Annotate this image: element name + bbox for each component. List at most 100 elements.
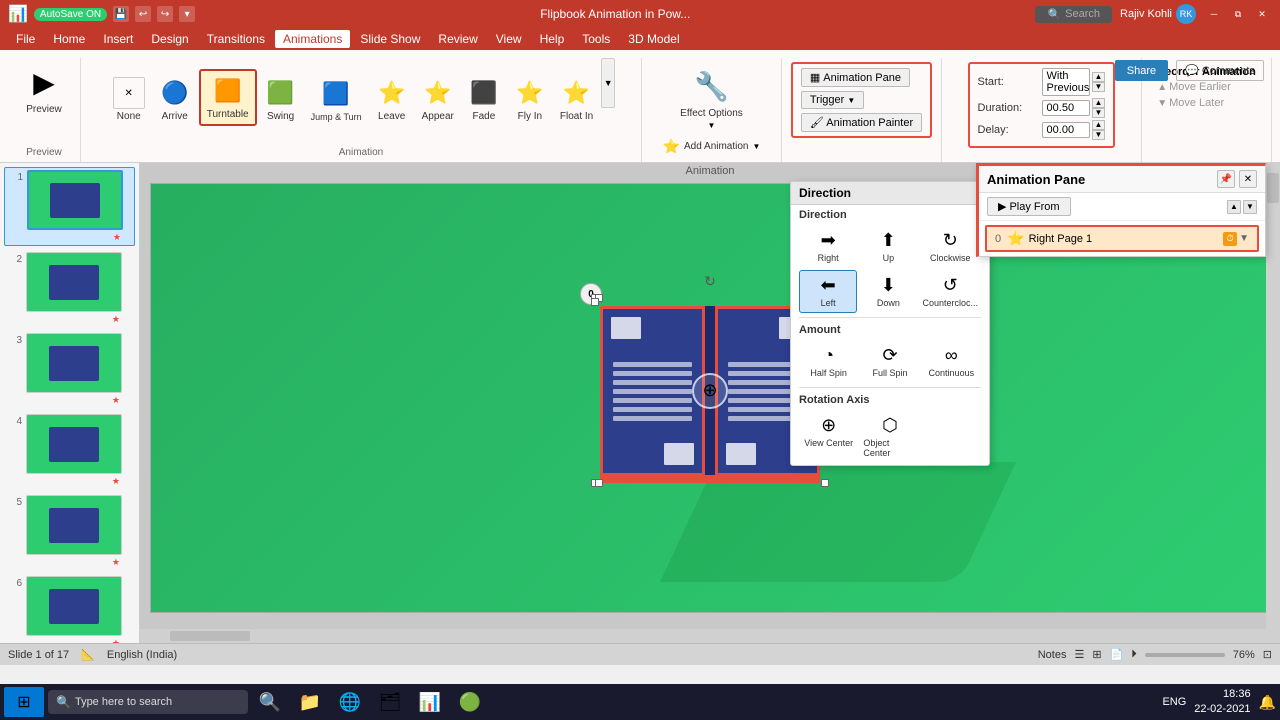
- start-value[interactable]: With Previous: [1042, 68, 1090, 96]
- swing-animation-button[interactable]: 🟩 Swing: [259, 73, 303, 126]
- add-animation-button[interactable]: ⭐ Add Animation ▼: [657, 134, 767, 159]
- taskbar-cortana[interactable]: 🔍: [252, 684, 288, 720]
- duration-value[interactable]: 00.50: [1042, 100, 1090, 116]
- fade-animation-button[interactable]: ⬛ Fade: [462, 73, 506, 126]
- delay-spinner[interactable]: ▲ ▼: [1092, 120, 1106, 140]
- view-center-button[interactable]: ⊕ View Center: [799, 410, 858, 463]
- direction-down-button[interactable]: ⬇ Down: [859, 270, 917, 313]
- slide-2[interactable]: 2 ★: [4, 250, 135, 327]
- duration-up-button[interactable]: ▲: [1092, 98, 1106, 108]
- menu-review[interactable]: Review: [430, 30, 485, 48]
- redo-icon[interactable]: ↪: [157, 6, 173, 22]
- slide-sorter-icon[interactable]: ⊞: [1092, 648, 1101, 661]
- window-controls[interactable]: ─ ⧉ ✕: [1204, 7, 1272, 21]
- move-later-button[interactable]: Move Later: [1169, 96, 1224, 110]
- notes-button[interactable]: Notes: [1038, 649, 1067, 661]
- ap-pin-button[interactable]: 📌: [1217, 170, 1235, 188]
- animation-painter-button[interactable]: 🖌 Animation Painter: [801, 113, 922, 132]
- rotation-handle[interactable]: ↻: [704, 273, 716, 290]
- effect-options-button[interactable]: 🔧 Effect Options ▼: [672, 62, 751, 134]
- menu-transitions[interactable]: Transitions: [199, 30, 273, 48]
- continuous-button[interactable]: ∞ Continuous: [922, 340, 981, 383]
- turntable-animation-button[interactable]: 🟧 Turntable: [199, 69, 257, 126]
- taskbar-powerpoint[interactable]: 📊: [412, 684, 448, 720]
- fly-in-animation-button[interactable]: ⭐ Fly In: [508, 73, 552, 126]
- canvas-vertical-scrollbar[interactable]: [1266, 163, 1280, 629]
- canvas-horizontal-scrollbar[interactable]: [140, 629, 1280, 643]
- leave-animation-button[interactable]: ⭐ Leave: [370, 73, 414, 126]
- customize-icon[interactable]: ▾: [179, 6, 195, 22]
- direction-clockwise-button[interactable]: ↻ Clockwise: [919, 225, 981, 268]
- menu-file[interactable]: File: [8, 30, 43, 48]
- scrollbar-thumb-h[interactable]: [170, 631, 250, 641]
- ap-item-row[interactable]: 0 ⭐ Right Page 1 ⏱ ▼: [987, 227, 1257, 250]
- menu-3dmodel[interactable]: 3D Model: [620, 30, 687, 48]
- restore-button[interactable]: ⧉: [1228, 7, 1248, 21]
- delay-value[interactable]: 00.00: [1042, 122, 1090, 138]
- more-animations-button[interactable]: ▼: [601, 58, 615, 126]
- start-up-button[interactable]: ▲: [1092, 72, 1106, 82]
- appear-animation-button[interactable]: ⭐ Appear: [416, 73, 460, 126]
- normal-view-icon[interactable]: ☰: [1074, 648, 1084, 661]
- selection-handle-ml[interactable]: [591, 298, 599, 306]
- start-button[interactable]: ⊞: [4, 687, 44, 717]
- play-from-button[interactable]: ▶ Play From: [987, 197, 1071, 216]
- menu-animations[interactable]: Animations: [275, 30, 350, 48]
- menu-view[interactable]: View: [488, 30, 530, 48]
- arrive-animation-button[interactable]: 🔵 Arrive: [153, 73, 197, 126]
- comments-button[interactable]: 💬 Comments: [1176, 60, 1264, 81]
- float-in-animation-button[interactable]: ⭐ Float In: [554, 73, 599, 126]
- timeline-up-button[interactable]: ▲: [1227, 200, 1241, 214]
- slide-3[interactable]: 3 ★: [4, 331, 135, 408]
- taskbar-app[interactable]: 🟢: [452, 684, 488, 720]
- menu-slideshow[interactable]: Slide Show: [352, 30, 428, 48]
- direction-up-button[interactable]: ⬆ Up: [859, 225, 917, 268]
- ap-item-expand[interactable]: ▼: [1239, 233, 1249, 244]
- none-animation-button[interactable]: ✕ None: [107, 73, 151, 126]
- menu-home[interactable]: Home: [45, 30, 93, 48]
- duration-down-button[interactable]: ▼: [1092, 108, 1106, 118]
- preview-button[interactable]: ▶ Preview: [16, 58, 72, 119]
- slide-5[interactable]: 5 ★: [4, 493, 135, 570]
- zoom-slider[interactable]: [1145, 653, 1225, 657]
- trigger-button[interactable]: Trigger ▼: [801, 91, 864, 109]
- slideshow-icon[interactable]: ⏵: [1131, 648, 1137, 661]
- ap-close-button[interactable]: ✕: [1239, 170, 1257, 188]
- close-button[interactable]: ✕: [1252, 7, 1272, 21]
- selection-handle-br[interactable]: [821, 479, 829, 487]
- menu-insert[interactable]: Insert: [95, 30, 141, 48]
- autosave-badge[interactable]: AutoSave ON: [34, 8, 107, 21]
- full-spin-button[interactable]: ⟳ Full Spin: [860, 340, 919, 383]
- taskbar-search[interactable]: 🔍 Type here to search: [48, 690, 248, 714]
- taskbar-edge[interactable]: 🌐: [332, 684, 368, 720]
- taskbar-files2[interactable]: 🗂: [372, 684, 408, 720]
- taskbar-files[interactable]: 📁: [292, 684, 328, 720]
- start-spinner[interactable]: ▲ ▼: [1092, 72, 1106, 92]
- half-spin-button[interactable]: ◔ Half Spin: [799, 340, 858, 383]
- direction-right-button[interactable]: ➡ Right: [799, 225, 857, 268]
- delay-up-button[interactable]: ▲: [1092, 120, 1106, 130]
- scrollbar-thumb-v[interactable]: [1267, 173, 1279, 203]
- fit-to-window-icon[interactable]: ⊡: [1263, 648, 1272, 661]
- minimize-button[interactable]: ─: [1204, 7, 1224, 21]
- slide-6[interactable]: 6 ★: [4, 574, 135, 643]
- selection-handle-bm[interactable]: [595, 479, 603, 487]
- jump-turn-animation-button[interactable]: 🟦 Jump & Turn: [305, 74, 368, 126]
- search-bar[interactable]: 🔍 Search: [1035, 6, 1112, 23]
- undo-icon[interactable]: ↩: [135, 6, 151, 22]
- duration-spinner[interactable]: ▲ ▼: [1092, 98, 1106, 118]
- move-earlier-button[interactable]: Move Earlier: [1169, 80, 1231, 94]
- animation-pane-button[interactable]: ▦ Animation Pane: [801, 68, 910, 87]
- share-button[interactable]: Share: [1115, 60, 1168, 81]
- slide-4[interactable]: 4 ★: [4, 412, 135, 489]
- direction-counterclockwise-button[interactable]: ↺ Countercloc...: [919, 270, 981, 313]
- menu-help[interactable]: Help: [532, 30, 573, 48]
- menu-tools[interactable]: Tools: [574, 30, 618, 48]
- object-center-button[interactable]: ⬡ Object Center: [860, 410, 919, 463]
- taskbar-notification[interactable]: 🔔: [1259, 694, 1276, 711]
- direction-left-button[interactable]: ⬅ Left: [799, 270, 857, 313]
- start-down-button[interactable]: ▼: [1092, 82, 1106, 92]
- menu-design[interactable]: Design: [143, 30, 196, 48]
- reading-view-icon[interactable]: 📄: [1110, 648, 1124, 661]
- slide-1[interactable]: 1 ★: [4, 167, 135, 246]
